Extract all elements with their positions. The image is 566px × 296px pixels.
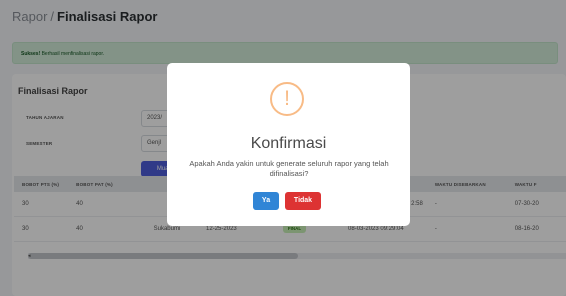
confirm-button[interactable]: Ya (253, 192, 279, 210)
dialog-message: Apakah Anda yakin untuk generate seluruh… (189, 159, 389, 178)
dialog-title: Konfirmasi (250, 135, 327, 152)
confirm-dialog: ! Konfirmasi Apakah Anda yakin untuk gen… (167, 63, 410, 226)
exclamation-circle-icon: ! (270, 82, 304, 116)
cancel-button[interactable]: Tidak (285, 192, 321, 210)
